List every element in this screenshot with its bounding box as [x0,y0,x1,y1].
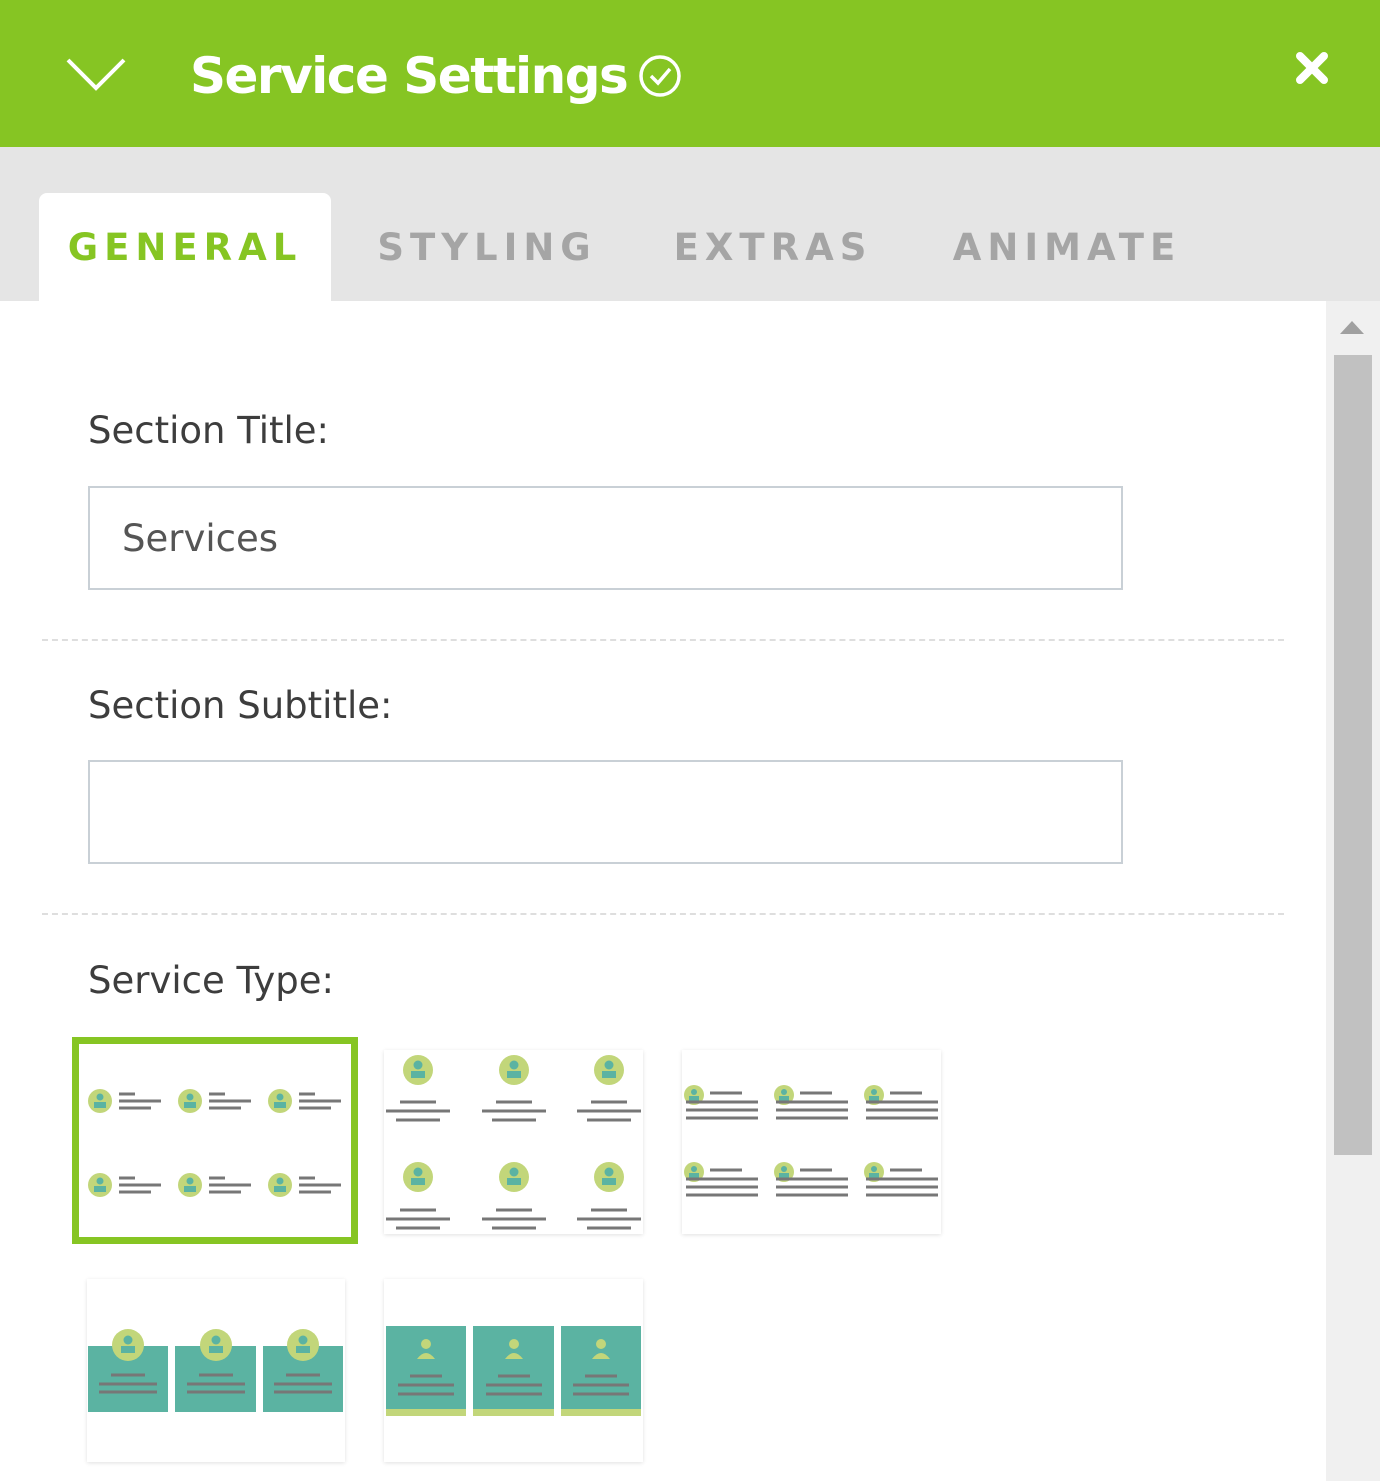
panel-title: Service Settings [190,47,629,105]
layout-2-icon [386,1055,641,1230]
service-type-option-5[interactable] [384,1279,643,1462]
vertical-scrollbar[interactable] [1326,301,1380,1481]
section-title-label: Section Title: [88,409,329,452]
section-title-input[interactable] [88,486,1123,590]
tab-animate[interactable]: ANIMATE [944,193,1190,301]
title-group: Service Settings [190,40,683,112]
layout-5-icon [386,1326,641,1416]
tab-bar: GENERAL STYLING EXTRAS ANIMATE [0,147,1380,301]
settings-header: Service Settings [0,0,1380,147]
scrollbar-thumb[interactable] [1334,355,1372,1155]
tab-extras[interactable]: EXTRAS [668,193,878,301]
close-icon[interactable] [1294,50,1330,86]
check-circle-icon [639,55,682,97]
scroll-up-arrow-icon[interactable] [1340,321,1364,334]
tab-general[interactable]: GENERAL [39,193,331,301]
service-type-label: Service Type: [88,959,334,1002]
chevron-down-icon[interactable] [64,52,128,96]
service-type-option-3[interactable] [682,1050,941,1234]
section-subtitle-input[interactable] [88,760,1123,864]
layout-1-icon [88,1089,341,1197]
layout-4-icon [88,1329,343,1412]
service-type-option-2[interactable] [384,1050,643,1234]
service-type-option-1[interactable] [72,1037,358,1244]
settings-content: Section Title: Section Subtitle: Service… [0,301,1326,1481]
divider [42,913,1284,915]
layout-3-icon [684,1085,938,1197]
divider [42,639,1284,641]
tab-styling[interactable]: STYLING [372,193,602,301]
section-subtitle-label: Section Subtitle: [88,684,393,727]
service-type-option-4[interactable] [87,1279,345,1462]
